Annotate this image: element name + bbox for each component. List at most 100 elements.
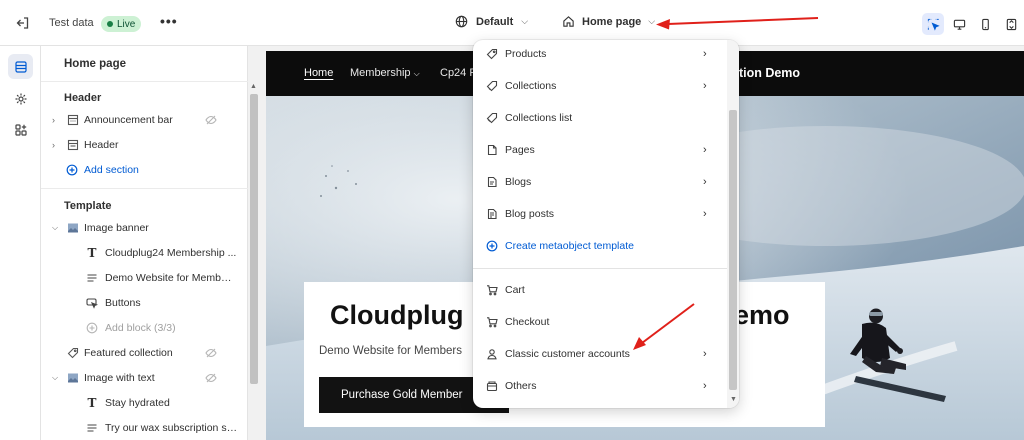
dropdown-item-label: Pages	[505, 144, 535, 156]
live-badge-label: Live	[117, 18, 136, 30]
panel-title: Home page	[64, 58, 126, 70]
cart-icon	[485, 283, 499, 297]
section-row-image-banner[interactable]: ⌵ Image banner	[41, 217, 248, 239]
plus-circle-icon	[485, 239, 499, 253]
dropdown-item-label: Blog posts	[505, 208, 555, 220]
others-icon	[485, 379, 499, 393]
fullscreen-view-button[interactable]	[1000, 13, 1022, 35]
page-selector[interactable]: Home page ⌵	[562, 15, 655, 28]
block-label: Demo Website for Member...	[105, 272, 237, 284]
nav-link-cp24[interactable]: Cp24 F	[440, 67, 476, 79]
live-dot-icon	[107, 21, 113, 27]
mobile-view-button[interactable]	[974, 13, 996, 35]
dropdown-item-blogs[interactable]: Blogs ›	[473, 168, 727, 196]
chevron-right-icon: ›	[703, 208, 707, 220]
theme-selector-label: Default	[476, 15, 514, 28]
chevron-down-icon[interactable]: ⌵	[52, 223, 58, 233]
dropdown-item-classic-customer-accounts[interactable]: Classic customer accounts ›	[473, 340, 727, 368]
apps-rail-button[interactable]	[8, 117, 33, 142]
dropdown-item-collections-list[interactable]: Collections list	[473, 104, 727, 132]
sections-rail-button[interactable]	[8, 54, 33, 79]
inspector-cursor-icon	[927, 18, 940, 31]
section-row-featured-collection[interactable]: Featured collection	[41, 342, 248, 364]
apps-icon	[14, 123, 27, 136]
divider	[41, 188, 248, 189]
section-row-image-with-text[interactable]: ⌵ Image with text	[41, 367, 248, 389]
collection-list-icon	[485, 111, 499, 125]
hero-title: Cloudplug	[330, 300, 464, 330]
store-brand-name: ction Demo	[732, 66, 801, 80]
paragraph-icon	[85, 421, 99, 435]
plus-circle-icon	[85, 321, 99, 335]
dropdown-item-others[interactable]: Others ›	[473, 372, 727, 400]
more-actions-button[interactable]: •••	[160, 13, 178, 29]
dropdown-item-checkout[interactable]: Checkout	[473, 308, 727, 336]
nav-link-home[interactable]: Home	[304, 67, 333, 79]
chevron-right-icon: ›	[703, 380, 707, 392]
dropdown-divider	[473, 268, 727, 269]
dropdown-item-products[interactable]: Products ›	[473, 40, 727, 68]
section-layout-icon	[66, 113, 80, 127]
dropdown-item-label: Create metaobject template	[505, 240, 634, 252]
settings-rail-button[interactable]	[8, 86, 33, 111]
dropdown-item-create-metaobject-template[interactable]: Create metaobject template	[473, 232, 727, 260]
button-cursor-icon	[85, 296, 99, 310]
chevron-down-icon[interactable]: ⌵	[52, 373, 58, 383]
desktop-view-button[interactable]	[948, 13, 970, 35]
nav-link-membership[interactable]: Membership ⌵	[350, 67, 420, 79]
checkout-icon	[485, 315, 499, 329]
block-row-buttons[interactable]: Buttons	[41, 292, 248, 314]
paragraph-icon	[85, 271, 99, 285]
block-row-heading[interactable]: T Stay hydrated	[41, 392, 248, 414]
block-label: Buttons	[105, 297, 141, 309]
collection-icon	[485, 79, 499, 93]
image-icon	[66, 221, 80, 235]
page-selector-label: Home page	[582, 15, 642, 28]
scroll-up-icon[interactable]: ▲	[250, 83, 257, 90]
block-row-text[interactable]: Try our wax subscription so...	[41, 417, 248, 439]
add-block-button[interactable]: Add block (3/3)	[41, 317, 248, 339]
live-badge: Live	[101, 16, 142, 32]
chevron-down-icon: ⌵	[521, 16, 529, 26]
chevron-down-icon: ⌵	[648, 16, 656, 26]
add-section-label: Add section	[84, 164, 139, 176]
inspector-button[interactable]	[922, 13, 944, 35]
eye-hidden-icon[interactable]	[204, 346, 218, 360]
panel-scrollbar[interactable]: ▲	[248, 80, 260, 440]
sections-panel: Home page Header › Announcement bar › He…	[41, 46, 248, 440]
dropdown-item-cart[interactable]: Cart	[473, 276, 727, 304]
fullscreen-icon	[1006, 18, 1016, 30]
chevron-right-icon[interactable]: ›	[52, 140, 55, 150]
section-label: Image banner	[84, 222, 149, 234]
block-row-heading[interactable]: T Cloudplug24 Membership ...	[41, 242, 248, 264]
section-layout-icon	[66, 138, 80, 152]
dropdown-item-collections[interactable]: Collections ›	[473, 72, 727, 100]
dropdown-item-pages[interactable]: Pages ›	[473, 136, 727, 164]
desktop-icon	[953, 19, 965, 30]
section-row-announcement-bar[interactable]: › Announcement bar	[41, 109, 248, 131]
editor-icon-rail	[0, 46, 41, 440]
plus-circle-icon	[65, 163, 79, 177]
eye-hidden-icon[interactable]	[204, 113, 218, 127]
exit-button[interactable]	[14, 14, 32, 32]
dropdown-item-label: Blogs	[505, 176, 532, 188]
header-group-label: Header	[64, 92, 102, 104]
scroll-down-icon[interactable]: ▼	[730, 396, 737, 403]
dropdown-item-label: Others	[505, 380, 537, 392]
chevron-right-icon: ›	[703, 48, 707, 60]
block-row-text[interactable]: Demo Website for Member...	[41, 267, 248, 289]
tag-icon	[485, 47, 499, 61]
dropdown-scrollbar[interactable]: ▼	[727, 40, 739, 408]
scrollbar-thumb[interactable]	[729, 110, 737, 390]
theme-selector[interactable]: Default ⌵	[455, 15, 528, 28]
text-icon: T	[87, 246, 97, 260]
chevron-right-icon[interactable]: ›	[52, 115, 55, 125]
dropdown-item-blog-posts[interactable]: Blog posts ›	[473, 200, 727, 228]
scrollbar-thumb[interactable]	[250, 94, 258, 384]
eye-hidden-icon[interactable]	[204, 371, 218, 385]
add-section-button[interactable]: Add section	[41, 159, 248, 181]
section-label: Featured collection	[84, 347, 173, 359]
test-data-label[interactable]: Test data	[49, 17, 94, 29]
section-row-header[interactable]: › Header	[41, 134, 248, 156]
dropdown-item-label: Products	[505, 48, 547, 60]
